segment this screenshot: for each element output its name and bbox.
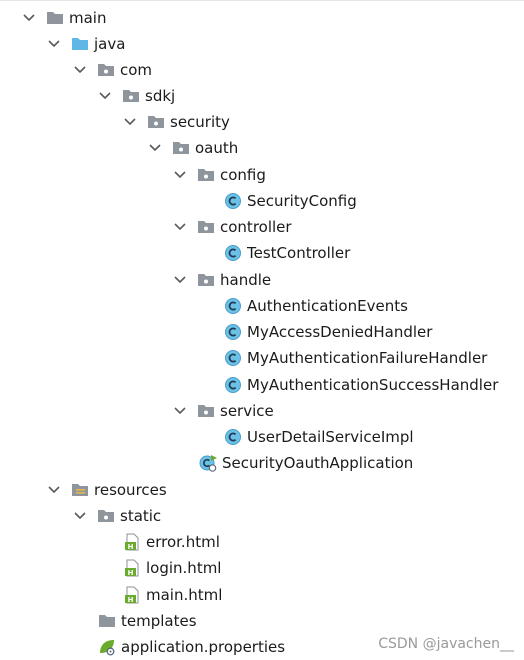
tree-node-service[interactable]: service <box>173 398 274 424</box>
tree-node-java[interactable]: java <box>47 31 125 57</box>
package-icon <box>197 271 215 289</box>
html-file-icon: H <box>123 559 141 577</box>
java-class-icon <box>224 349 242 367</box>
chevron-down-icon[interactable] <box>123 115 137 129</box>
top-border <box>0 0 524 1</box>
spring-application-icon <box>199 454 217 472</box>
tree-node-my-authentication-success-handler[interactable]: MyAuthenticationSuccessHandler <box>224 372 498 398</box>
node-label: oauth <box>195 139 239 157</box>
node-label: templates <box>121 612 197 630</box>
chevron-down-icon[interactable] <box>73 509 87 523</box>
chevron-down-icon[interactable] <box>148 141 162 155</box>
java-class-icon <box>224 323 242 341</box>
tree-node-my-access-denied-handler[interactable]: MyAccessDeniedHandler <box>224 319 432 345</box>
node-label: service <box>220 402 274 420</box>
resources-folder-icon <box>71 481 89 499</box>
node-label: main <box>69 9 107 27</box>
chevron-down-icon[interactable] <box>22 11 36 25</box>
package-icon <box>197 166 215 184</box>
tree-node-resources[interactable]: resources <box>47 477 167 503</box>
package-icon <box>172 139 190 157</box>
svg-text:H: H <box>128 596 134 604</box>
node-label: controller <box>220 218 292 236</box>
node-label: SecurityOauthApplication <box>222 454 414 472</box>
node-label: java <box>94 35 126 53</box>
tree-node-controller[interactable]: controller <box>173 214 292 240</box>
tree-node-oauth[interactable]: oauth <box>148 135 238 161</box>
tree-node-main[interactable]: main <box>22 5 106 31</box>
properties-file-icon <box>98 638 116 656</box>
chevron-down-icon[interactable] <box>47 483 61 497</box>
tree-node-login-html[interactable]: H login.html <box>123 555 221 581</box>
node-label: login.html <box>146 559 222 577</box>
tree-node-static[interactable]: static <box>73 503 161 529</box>
java-class-icon <box>224 297 242 315</box>
tree-node-security[interactable]: security <box>123 109 230 135</box>
package-icon <box>147 113 165 131</box>
tree-node-com[interactable]: com <box>73 57 152 83</box>
node-label: sdkj <box>145 87 176 105</box>
tree-node-error-html[interactable]: H error.html <box>123 529 220 555</box>
watermark: CSDN @javachen__ <box>378 636 514 652</box>
node-label: com <box>120 61 153 79</box>
node-label: UserDetailServiceImpl <box>247 428 414 446</box>
html-file-icon: H <box>123 533 141 551</box>
node-label: MyAuthenticationFailureHandler <box>247 349 488 367</box>
chevron-down-icon[interactable] <box>173 273 187 287</box>
chevron-down-icon[interactable] <box>73 63 87 77</box>
node-label: resources <box>94 481 167 499</box>
tree-node-main-html[interactable]: H main.html <box>123 582 222 608</box>
tree-node-test-controller[interactable]: TestController <box>224 240 350 266</box>
java-class-icon <box>224 192 242 210</box>
package-icon <box>97 507 115 525</box>
package-icon <box>122 87 140 105</box>
tree-node-handle[interactable]: handle <box>173 267 271 293</box>
source-folder-icon <box>71 35 89 53</box>
tree-node-config[interactable]: config <box>173 162 266 188</box>
chevron-down-icon[interactable] <box>173 404 187 418</box>
java-class-icon <box>224 376 242 394</box>
node-label: error.html <box>146 533 220 551</box>
tree-node-security-config[interactable]: SecurityConfig <box>224 188 357 214</box>
java-class-icon <box>224 244 242 262</box>
node-label: SecurityConfig <box>247 192 357 210</box>
node-label: MyAccessDeniedHandler <box>247 323 433 341</box>
node-label: TestController <box>247 244 351 262</box>
tree-node-sdkj[interactable]: sdkj <box>98 83 175 109</box>
svg-text:H: H <box>128 543 134 551</box>
node-label: static <box>120 507 162 525</box>
node-label: config <box>220 166 266 184</box>
tree-node-templates[interactable]: templates <box>98 608 197 634</box>
chevron-down-icon[interactable] <box>98 89 112 103</box>
chevron-down-icon[interactable] <box>173 168 187 182</box>
node-label: main.html <box>146 586 223 604</box>
svg-text:H: H <box>128 569 134 577</box>
node-label: handle <box>220 271 272 289</box>
folder-icon <box>46 9 64 27</box>
node-label: security <box>170 113 230 131</box>
java-class-icon <box>224 428 242 446</box>
tree-node-my-authentication-failure-handler[interactable]: MyAuthenticationFailureHandler <box>224 345 487 371</box>
package-icon <box>97 61 115 79</box>
tree-node-user-detail-service-impl[interactable]: UserDetailServiceImpl <box>224 424 414 450</box>
node-label: AuthenticationEvents <box>247 297 408 315</box>
folder-icon <box>98 612 116 630</box>
package-icon <box>197 402 215 420</box>
package-icon <box>197 218 215 236</box>
tree-node-application-properties[interactable]: application.properties <box>98 634 285 660</box>
chevron-down-icon[interactable] <box>47 37 61 51</box>
node-label: MyAuthenticationSuccessHandler <box>247 376 499 394</box>
chevron-down-icon[interactable] <box>173 220 187 234</box>
html-file-icon: H <box>123 586 141 604</box>
node-label: application.properties <box>121 638 286 656</box>
tree-node-security-oauth-application[interactable]: SecurityOauthApplication <box>199 450 413 476</box>
tree-node-authentication-events[interactable]: AuthenticationEvents <box>224 293 408 319</box>
